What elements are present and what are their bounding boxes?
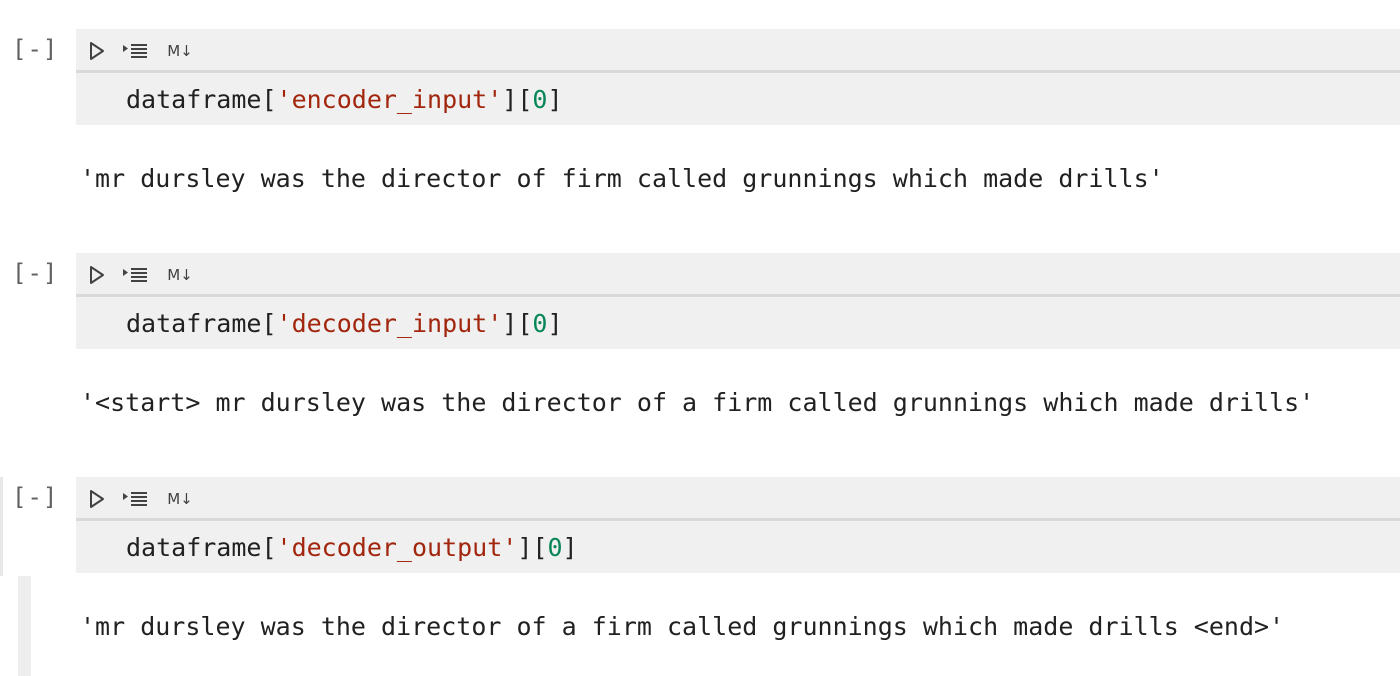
code-token: dataframe[ xyxy=(126,309,277,338)
code-number-token: 0 xyxy=(532,85,548,114)
notebook-cell[interactable]: [-] M↓ dataframe['decoder_output'][0] 'm… xyxy=(0,477,1400,676)
execution-count: [-] xyxy=(12,259,59,287)
code-token: ][ xyxy=(502,309,533,338)
code-cell-editor[interactable]: M↓ dataframe['encoder_input'][0] xyxy=(76,29,1400,125)
code-cell-editor[interactable]: M↓ dataframe['decoder_output'][0] xyxy=(76,477,1400,573)
run-cell-button[interactable] xyxy=(86,37,108,65)
code-cell-editor[interactable]: M↓ dataframe['decoder_input'][0] xyxy=(76,253,1400,349)
cell-toolbar: M↓ xyxy=(76,253,1400,297)
code-line[interactable]: dataframe['decoder_output'][0] xyxy=(126,533,578,562)
code-token: ] xyxy=(562,533,578,562)
notebook-cell[interactable]: [-] M↓ dataframe['encoder_input'][0] 'mr… xyxy=(0,29,1400,253)
code-token: ][ xyxy=(502,85,533,114)
code-line[interactable]: dataframe['decoder_input'][0] xyxy=(126,309,563,338)
cell-output: '<start> mr dursley was the director of … xyxy=(80,388,1315,417)
code-number-token: 0 xyxy=(532,309,548,338)
run-cell-icon xyxy=(90,42,104,60)
code-string-token: 'encoder_input' xyxy=(276,85,503,114)
code-line[interactable]: dataframe['encoder_input'][0] xyxy=(126,85,563,114)
execute-above-below-button[interactable] xyxy=(122,485,152,513)
code-token: dataframe[ xyxy=(126,533,277,562)
execute-above-below-button[interactable] xyxy=(122,37,152,65)
markdown-toggle-button[interactable]: M↓ xyxy=(166,37,194,65)
execution-count: [-] xyxy=(12,483,59,511)
cell-output: 'mr dursley was the director of a firm c… xyxy=(80,612,1285,641)
code-token: ] xyxy=(547,309,563,338)
code-token: dataframe[ xyxy=(126,85,277,114)
markdown-toggle-button[interactable]: M↓ xyxy=(166,485,194,513)
execute-above-below-icon xyxy=(123,492,147,506)
execution-count: [-] xyxy=(12,35,59,63)
cell-toolbar: M↓ xyxy=(76,29,1400,73)
run-cell-icon xyxy=(90,266,104,284)
run-cell-button[interactable] xyxy=(86,261,108,289)
code-token: ][ xyxy=(517,533,548,562)
run-cell-icon xyxy=(90,490,104,508)
cell-output: 'mr dursley was the director of firm cal… xyxy=(80,164,1164,193)
cell-focus-indicator xyxy=(0,477,3,576)
execute-above-below-button[interactable] xyxy=(122,261,152,289)
markdown-toggle-button[interactable]: M↓ xyxy=(166,261,194,289)
code-number-token: 0 xyxy=(547,533,563,562)
run-cell-button[interactable] xyxy=(86,485,108,513)
output-collapser[interactable] xyxy=(18,576,31,676)
execute-above-below-icon xyxy=(123,44,147,58)
code-string-token: 'decoder_input' xyxy=(276,309,503,338)
code-string-token: 'decoder_output' xyxy=(276,533,518,562)
code-token: ] xyxy=(547,85,563,114)
notebook-cell[interactable]: [-] M↓ dataframe['decoder_input'][0] '<s… xyxy=(0,253,1400,477)
cell-toolbar: M↓ xyxy=(76,477,1400,521)
execute-above-below-icon xyxy=(123,268,147,282)
